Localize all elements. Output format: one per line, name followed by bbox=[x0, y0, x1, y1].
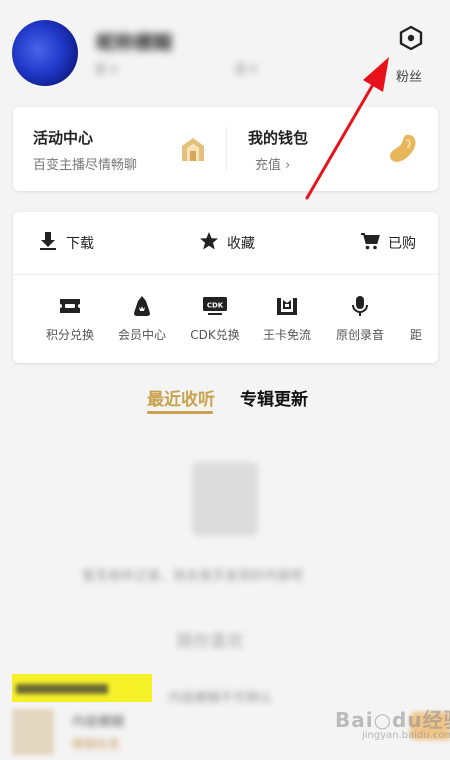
points-exchange-label: 积分兑换 bbox=[35, 326, 105, 343]
cdk-exchange-label: CDK兑换 bbox=[180, 326, 250, 343]
activity-center-subtitle[interactable]: 百变主播尽情畅聊 bbox=[33, 154, 137, 173]
item-thumbnail[interactable] bbox=[12, 709, 54, 755]
king-card-button[interactable]: 王卡免流 bbox=[252, 292, 322, 343]
activity-center-title[interactable]: 活动中心 bbox=[33, 127, 93, 148]
download-icon bbox=[38, 231, 58, 255]
member-center-button[interactable]: 会员中心 bbox=[107, 292, 177, 343]
mic-icon bbox=[325, 292, 395, 320]
cdk-icon: CDK bbox=[180, 292, 250, 320]
card-divider-h bbox=[13, 274, 438, 275]
king-card-icon bbox=[252, 292, 322, 320]
tab-album-updates[interactable]: 专辑更新 bbox=[240, 385, 308, 410]
watermark: Bai○du经验 bbox=[335, 704, 450, 733]
promo-text[interactable]: 内容模糊不可辨认 bbox=[168, 687, 272, 706]
original-recording-button[interactable]: 原创录音 bbox=[325, 292, 395, 343]
download-label: 下载 bbox=[66, 233, 94, 253]
activity-wallet-card: 活动中心 百变主播尽情畅聊 我的钱包 充值 › bbox=[13, 107, 438, 191]
cart-icon bbox=[360, 231, 380, 255]
functions-card: 下载 收藏 已购 积分兑换 会员中心 CDK CDK兑换 王卡免流 bbox=[13, 212, 438, 363]
partial-icon bbox=[397, 292, 438, 320]
member-center-label: 会员中心 bbox=[107, 326, 177, 343]
item-title[interactable]: 内容模糊 bbox=[72, 711, 124, 730]
watermark-url: jingyan.baidu.com bbox=[362, 730, 450, 741]
recommend-heading: 猜你喜欢 bbox=[176, 627, 244, 652]
purchased-button[interactable]: 已购 bbox=[360, 232, 416, 254]
recharge-link[interactable]: 充值 › bbox=[255, 154, 290, 173]
wallet-title[interactable]: 我的钱包 bbox=[248, 127, 308, 148]
arrow-head bbox=[363, 57, 389, 92]
stat-likes[interactable]: 0 • bbox=[236, 62, 258, 78]
house-icon[interactable] bbox=[178, 134, 208, 164]
item-subtitle: 模糊信息 bbox=[72, 735, 120, 752]
fans-label[interactable]: 粉丝 bbox=[396, 66, 422, 85]
bean-icon[interactable] bbox=[386, 132, 420, 166]
username[interactable]: 昵称模糊 bbox=[96, 28, 172, 55]
purchased-label: 已购 bbox=[388, 233, 416, 253]
more-service-label: 距 bbox=[397, 326, 438, 343]
card-divider bbox=[226, 127, 227, 171]
favorites-button[interactable]: 收藏 bbox=[199, 232, 255, 254]
star-icon bbox=[199, 231, 219, 255]
empty-state-image bbox=[192, 462, 258, 536]
download-button[interactable]: 下载 bbox=[38, 232, 94, 254]
hexagon-settings-icon[interactable] bbox=[398, 25, 424, 51]
avatar[interactable] bbox=[12, 20, 78, 86]
svg-text:CDK: CDK bbox=[207, 302, 224, 310]
ticket-icon bbox=[35, 292, 105, 320]
tab-recent-listening[interactable]: 最近收听 bbox=[147, 385, 215, 410]
more-service-button[interactable]: 距 bbox=[397, 292, 438, 343]
promo-banner-mark bbox=[16, 684, 108, 694]
points-exchange-button[interactable]: 积分兑换 bbox=[35, 292, 105, 343]
cdk-exchange-button[interactable]: CDK CDK兑换 bbox=[180, 292, 250, 343]
tab-active-underline bbox=[147, 411, 213, 414]
crown-bag-icon bbox=[107, 292, 177, 320]
original-recording-label: 原创录音 bbox=[325, 326, 395, 343]
stat-following[interactable]: 0 • bbox=[96, 62, 118, 78]
king-card-label: 王卡免流 bbox=[252, 326, 322, 343]
favorites-label: 收藏 bbox=[227, 233, 255, 253]
empty-state-text: 暂无收听记录，快去首页发现好内容吧 bbox=[82, 565, 303, 584]
